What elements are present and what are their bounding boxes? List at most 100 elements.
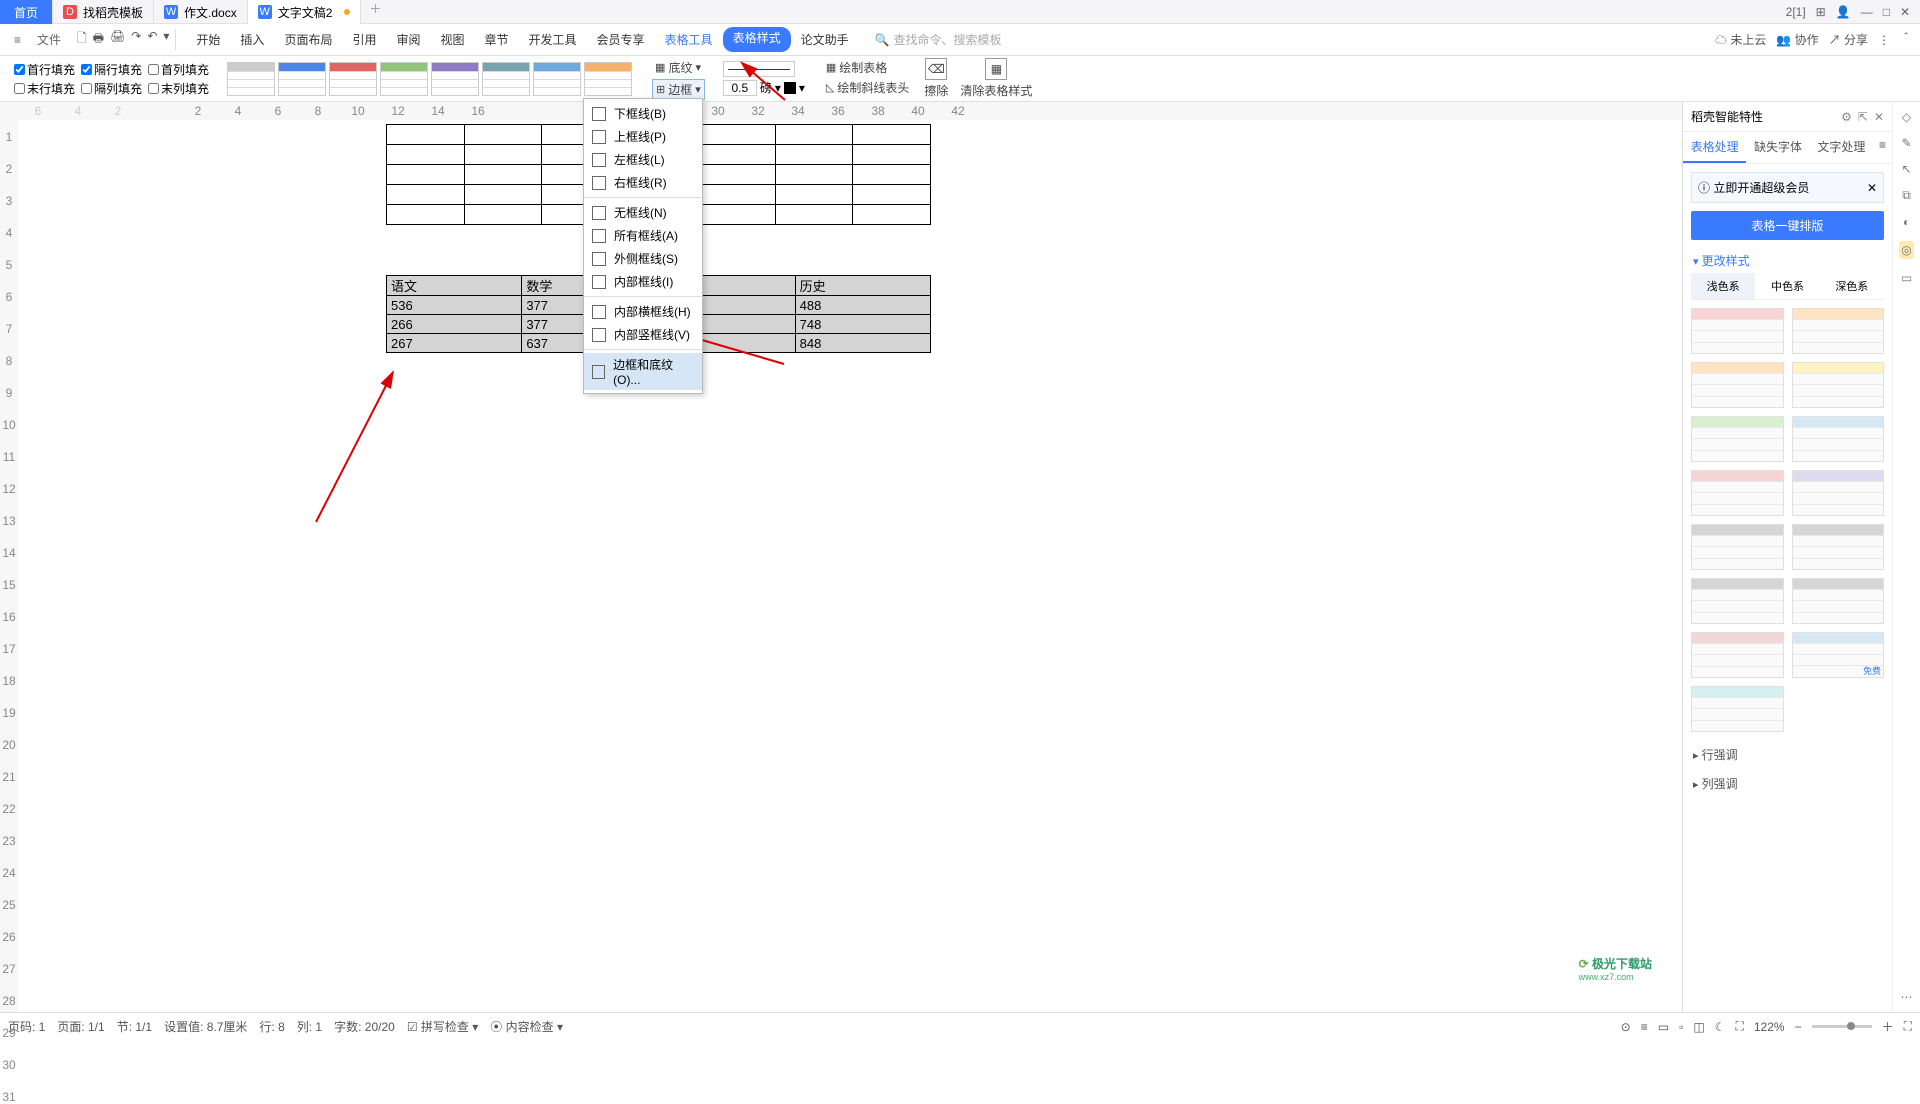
collab-button[interactable]: 👥 协作 [1776,31,1818,48]
save-icon[interactable]: 🖶 [93,29,104,50]
view-read-icon[interactable]: ▭ [1658,1020,1669,1034]
dropdown-item[interactable]: 左框线(L) [584,148,702,171]
tab-doc2-active[interactable]: W文字文稿2 [248,0,362,24]
zoom-level[interactable]: 122% [1754,1020,1785,1034]
convert-icon[interactable]: ◐ [1903,215,1910,229]
tab-start[interactable]: 开始 [186,27,230,52]
tab-table-style-active[interactable]: 表格样式 [723,27,791,52]
clear-style-button[interactable]: ▦清除表格样式 [960,58,1032,99]
tab-template[interactable]: D找稻壳模板 [53,0,154,24]
style-thumbnail[interactable] [1691,416,1784,462]
draw-diagonal[interactable]: ◺ 绘制斜线表头 [823,78,912,97]
style-thumb[interactable] [584,62,632,96]
target-icon[interactable]: ◎ [1899,241,1913,259]
style-thumbnail[interactable] [1691,632,1784,678]
diamond-icon[interactable]: ◇ [1902,110,1911,124]
shading-button[interactable]: ▦ 底纹 ▾ [652,58,705,77]
cb-first-col[interactable]: 首列填充 [148,61,209,78]
hamburger-icon[interactable]: ≡ [8,29,27,51]
gear-icon[interactable]: ⚙ [1841,110,1852,124]
line-style[interactable] [723,61,795,77]
fit-icon[interactable]: ⛶ [1735,1019,1743,1034]
share-button[interactable]: ↗ 分享 [1829,31,1868,48]
style-thumb[interactable] [431,62,479,96]
tab-section[interactable]: 章节 [475,27,519,52]
color-swatch[interactable] [784,82,796,94]
document-canvas[interactable]: 64224681012141624262830323436384042 语文数学… [18,102,1682,1012]
color-tab-light[interactable]: 浅色系 [1691,273,1755,299]
pencil-icon[interactable]: ✎ [1901,136,1911,150]
redo-icon[interactable]: ▾ [163,29,169,50]
tab-doc1[interactable]: W作文.docx [154,0,248,24]
style-thumb[interactable] [533,62,581,96]
border-button[interactable]: ⊞ 边框 ▾ [652,79,705,100]
style-thumb[interactable] [482,62,530,96]
panel-tab-more-icon[interactable]: ≡ [1873,132,1892,163]
style-thumbnail[interactable]: 免费 [1792,632,1885,678]
dropdown-item[interactable]: 所有框线(A) [584,224,702,247]
pin-icon[interactable]: ⇱ [1858,110,1868,124]
more-icon[interactable]: ⋮ [1878,33,1890,47]
tab-layout[interactable]: 页面布局 [274,27,342,52]
zoom-slider[interactable] [1812,1025,1872,1028]
style-thumb[interactable] [380,62,428,96]
eraser-button[interactable]: ⌫擦除 [924,58,948,99]
style-thumb[interactable] [227,62,275,96]
style-thumbnail[interactable] [1792,416,1885,462]
style-thumbnail[interactable] [1792,362,1885,408]
style-thumbnail[interactable] [1792,470,1885,516]
style-thumbnail[interactable] [1691,308,1784,354]
status-col[interactable]: 列: 1 [297,1018,322,1035]
dropdown-item[interactable]: 内部竖框线(V) [584,323,702,346]
print-icon[interactable]: 🖨 [110,29,125,50]
dropdown-item[interactable]: 边框和底纹(O)... [584,353,702,390]
panel-tab-table[interactable]: 表格处理 [1683,132,1746,163]
style-thumbnail[interactable] [1691,524,1784,570]
dropdown-item[interactable]: 内部框线(I) [584,270,702,293]
line-weight[interactable]: 磅 ▾ ▾ [723,79,805,96]
style-thumbnail[interactable] [1792,308,1885,354]
style-thumbnail[interactable] [1691,362,1784,408]
grid-icon[interactable]: ⊞ [1816,5,1826,19]
avatar-icon[interactable]: 👤 [1836,5,1851,19]
status-section[interactable]: 节: 1/1 [117,1018,152,1035]
tab-insert[interactable]: 插入 [230,27,274,52]
color-tab-medium[interactable]: 中色系 [1755,273,1819,299]
close-panel-icon[interactable]: ✕ [1874,110,1884,124]
tab-table-tools[interactable]: 表格工具 [655,27,723,52]
status-spellcheck[interactable]: ☑ 拼写检查 ▾ [407,1018,478,1035]
col-emphasis[interactable]: ▸ 列强调 [1683,769,1892,798]
status-line[interactable]: 行: 8 [259,1018,284,1035]
panel-tab-text[interactable]: 文字处理 [1810,132,1873,163]
select-icon[interactable]: ↖ [1901,162,1911,176]
status-position[interactable]: 设置值: 8.7厘米 [164,1018,247,1035]
close-banner-icon[interactable]: ✕ [1867,181,1877,195]
style-thumbnail[interactable] [1691,470,1784,516]
status-page-num[interactable]: 页码: 1 [8,1018,45,1035]
dropdown-item[interactable]: 内部横框线(H) [584,300,702,323]
view-print-icon[interactable]: ▫ [1679,1020,1683,1034]
dropdown-item[interactable]: 外侧框线(S) [584,247,702,270]
zoom-in-icon[interactable]: ＋ [1882,1018,1894,1035]
new-icon[interactable]: 🗋 [77,29,87,50]
undo-icon[interactable]: ↶ [147,29,157,50]
search-box[interactable]: 🔍查找命令、搜索模板 [875,31,1002,48]
minimize-icon[interactable]: — [1861,5,1873,19]
style-thumb[interactable] [329,62,377,96]
color-tab-dark[interactable]: 深色系 [1820,273,1884,299]
panel-tab-fonts[interactable]: 缺失字体 [1746,132,1809,163]
close-icon[interactable]: ✕ [1900,5,1910,19]
status-content-check[interactable]: ⦿ 内容检查 ▾ [490,1018,563,1035]
dropdown-item[interactable]: 上框线(P) [584,125,702,148]
auto-typeset-button[interactable]: 表格一键排版 [1691,211,1884,240]
row-emphasis[interactable]: ▸ 行强调 [1683,740,1892,769]
layers-icon[interactable]: ⧉ [1902,188,1911,203]
cloud-status[interactable]: ☁ 未上云 [1715,31,1766,48]
cb-alt-row[interactable]: 隔行填充 [81,61,142,78]
dropdown-item[interactable]: 下框线(B) [584,102,702,125]
tab-member[interactable]: 会员专享 [587,27,655,52]
style-thumb[interactable] [278,62,326,96]
style-thumbnail[interactable] [1691,686,1784,732]
tab-view[interactable]: 视图 [430,27,474,52]
dropdown-item[interactable]: 无框线(N) [584,201,702,224]
